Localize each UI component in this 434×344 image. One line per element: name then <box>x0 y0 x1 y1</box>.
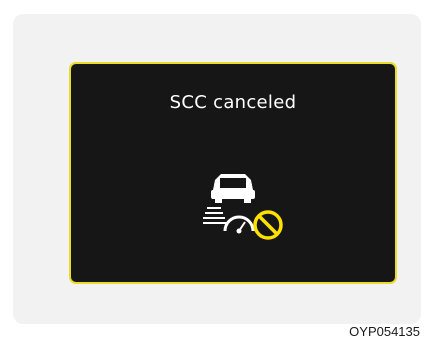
status-message: SCC canceled <box>169 92 297 113</box>
scc-canceled-icon-graphic <box>201 174 283 240</box>
figure-code: OYP054135 <box>349 324 420 339</box>
cluster-display: SCC canceled <box>69 62 397 284</box>
scc-canceled-icon <box>201 172 303 242</box>
